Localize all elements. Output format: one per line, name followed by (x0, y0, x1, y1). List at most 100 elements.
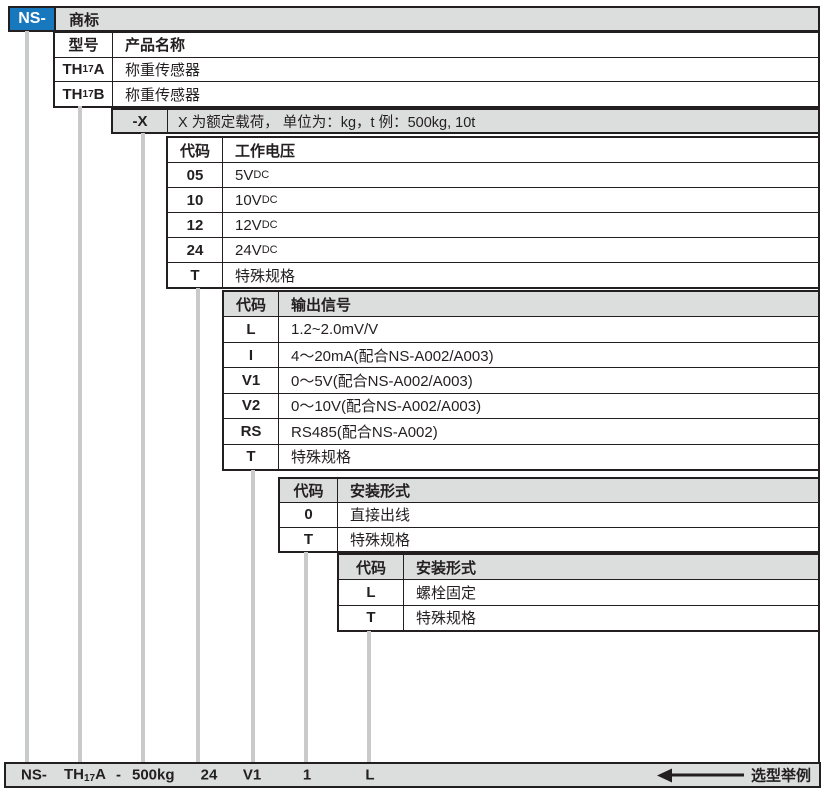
model-code-suffix: B (94, 86, 105, 103)
arrow-line (672, 774, 744, 777)
model-code-suffix: A (94, 61, 105, 78)
mount2-name-header: 安装形式 (404, 555, 818, 579)
table-row: V2 0～10V(配合NS-A002/A003) (224, 393, 818, 418)
mounting-table-1: 代码 安装形式 0 直接出线 T 特殊规格 (278, 477, 820, 553)
voltage-value-main: 特殊规格 (235, 265, 295, 286)
voltage-value-main: 5V (235, 167, 253, 184)
connector-line-mount2 (367, 631, 371, 763)
example-model-sub: 17 (84, 773, 95, 784)
output-name: 0～10V(配合NS-A002/A003) (279, 394, 818, 418)
table-row: L 螺栓固定 (339, 579, 818, 604)
mount1-code: 0 (280, 503, 338, 526)
example-bar: NS- TH17A - 500kg 24 V1 1 L 选型举例 (4, 762, 821, 788)
table-row: L 1.2~2.0mV/V (224, 316, 818, 341)
model-selection-diagram: NS- 商标 型号 产品名称 TH17A 称重传感器 TH17B 称重传感器 -… (0, 0, 825, 799)
table-row: 代码 安装形式 (280, 479, 818, 502)
model-table-code-header: 型号 (55, 33, 113, 57)
mount1-name-header: 安装形式 (338, 479, 818, 502)
example-model: TH17A (64, 766, 106, 784)
connector-line-brand (25, 31, 29, 763)
voltage-value: 10VDC (223, 188, 818, 212)
table-row: TH17A 称重传感器 (55, 57, 818, 82)
voltage-value-sub: DC (262, 244, 278, 256)
connector-line-capacity (141, 133, 145, 763)
voltage-code: 10 (168, 188, 223, 212)
voltage-value-sub: DC (262, 194, 278, 206)
table-row: I 4～20mA(配合NS-A002/A003) (224, 342, 818, 367)
mount2-name: 螺栓固定 (404, 580, 818, 604)
model-code-prefix: TH (63, 61, 83, 78)
table-row: V1 0～5V(配合NS-A002/A003) (224, 367, 818, 392)
model-table: 型号 产品名称 TH17A 称重传感器 TH17B 称重传感器 (53, 31, 820, 108)
mounting-table-2: 代码 安装形式 L 螺栓固定 T 特殊规格 (337, 553, 820, 632)
output-name: 4～20mA(配合NS-A002/A003) (279, 343, 818, 367)
example-mount1: 1 (303, 767, 311, 784)
output-code: V1 (224, 368, 279, 392)
mount1-name: 特殊规格 (338, 528, 818, 551)
model-name: 称重传感器 (113, 58, 818, 82)
output-code: L (224, 317, 279, 341)
model-name: 称重传感器 (113, 82, 818, 106)
model-code-sub: 17 (83, 89, 94, 100)
connector-line-voltage (196, 288, 200, 763)
table-row: T 特殊规格 (280, 527, 818, 551)
table-row: T 特殊规格 (168, 262, 818, 287)
voltage-code: T (168, 263, 223, 287)
table-row: T 特殊规格 (339, 605, 818, 630)
mount2-code: T (339, 606, 404, 630)
voltage-name-header: 工作电压 (223, 138, 818, 162)
example-brand: NS- (21, 767, 47, 784)
output-code: T (224, 445, 279, 469)
model-code: TH17B (55, 82, 113, 106)
voltage-code-header: 代码 (168, 138, 223, 162)
brand-prefix: NS- (18, 10, 46, 28)
model-code-prefix: TH (63, 86, 83, 103)
output-code: RS (224, 419, 279, 443)
voltage-code: 12 (168, 213, 223, 237)
mount2-name: 特殊规格 (404, 606, 818, 630)
output-name: 特殊规格 (279, 445, 818, 469)
voltage-value: 12VDC (223, 213, 818, 237)
output-code-header: 代码 (224, 292, 279, 316)
connector-line-output (251, 470, 255, 763)
output-code: V2 (224, 394, 279, 418)
example-mount2: L (365, 767, 374, 784)
example-caption-group: 选型举例 (657, 765, 811, 786)
voltage-value: 24VDC (223, 238, 818, 262)
output-signal-table: 代码 输出信号 L 1.2~2.0mV/V I 4～20mA(配合NS-A002… (222, 290, 820, 471)
mount2-code: L (339, 580, 404, 604)
table-row: TH17B 称重传感器 (55, 81, 818, 106)
model-code: TH17A (55, 58, 113, 82)
capacity-desc: X 为额定载荷， 单位为：kg，t 例：500kg, 10t (168, 110, 475, 132)
connector-line-mount1 (304, 552, 308, 763)
voltage-value-main: 24V (235, 242, 262, 259)
table-row: T 特殊规格 (224, 444, 818, 469)
output-name: 1.2~2.0mV/V (279, 317, 818, 341)
connector-line-model (78, 106, 82, 763)
table-row: 型号 产品名称 (55, 33, 818, 57)
capacity-row: -X X 为额定载荷， 单位为：kg，t 例：500kg, 10t (111, 108, 820, 134)
voltage-value-sub: DC (262, 219, 278, 231)
model-code-sub: 17 (83, 64, 94, 75)
brand-prefix-box: NS- (8, 6, 56, 32)
example-caption: 选型举例 (751, 765, 811, 786)
table-row: 代码 工作电压 (168, 138, 818, 162)
table-row: 代码 输出信号 (224, 292, 818, 316)
model-table-name-header: 产品名称 (113, 33, 818, 57)
left-arrow-icon (657, 768, 672, 782)
output-name: 0～5V(配合NS-A002/A003) (279, 368, 818, 392)
table-row: 24 24VDC (168, 237, 818, 262)
example-voltage: 24 (201, 767, 218, 784)
voltage-value: 5VDC (223, 163, 818, 187)
voltage-value: 特殊规格 (223, 263, 818, 287)
brand-band: 商标 (54, 6, 820, 32)
capacity-code: -X (113, 110, 168, 132)
output-name: RS485(配合NS-A002) (279, 419, 818, 443)
example-model-prefix: TH (64, 766, 84, 783)
table-row: 10 10VDC (168, 187, 818, 212)
table-row: 0 直接出线 (280, 502, 818, 526)
example-output: V1 (243, 767, 261, 784)
output-code: I (224, 343, 279, 367)
example-dash: - (116, 767, 121, 784)
voltage-code: 24 (168, 238, 223, 262)
